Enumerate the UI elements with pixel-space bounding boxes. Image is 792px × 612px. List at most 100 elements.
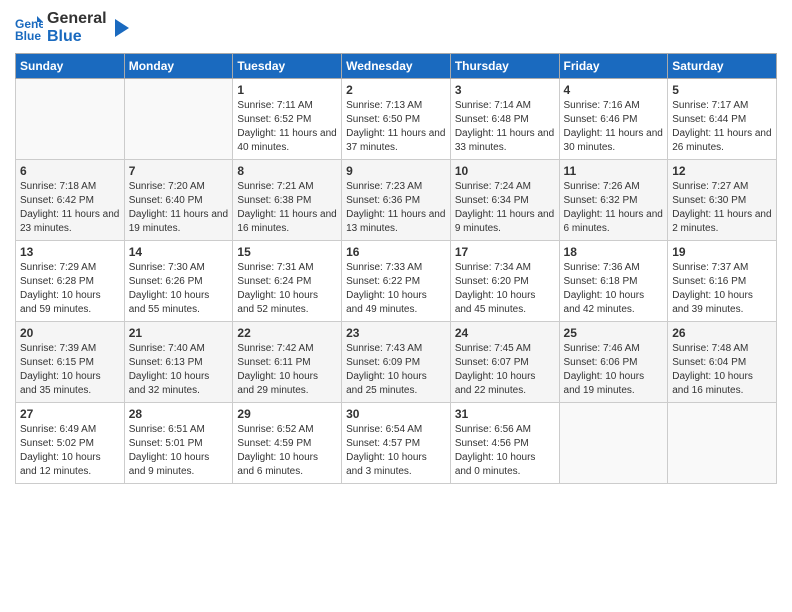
day-number: 13 <box>20 245 120 259</box>
week-row-3: 13 Sunrise: 7:29 AM Sunset: 6:28 PM Dayli… <box>16 241 777 322</box>
day-number: 27 <box>20 407 120 421</box>
day-number: 11 <box>564 164 664 178</box>
header-day-thursday: Thursday <box>450 54 559 79</box>
day-info: Sunrise: 7:45 AM Sunset: 6:07 PM Dayligh… <box>455 342 555 398</box>
day-number: 28 <box>129 407 229 421</box>
day-cell: 5 Sunrise: 7:17 AM Sunset: 6:44 PM Daylig… <box>668 79 777 160</box>
day-info: Sunrise: 6:54 AM Sunset: 4:57 PM Dayligh… <box>346 423 446 479</box>
day-cell: 27 Sunrise: 6:49 AM Sunset: 5:02 PM Dayli… <box>16 403 125 484</box>
day-cell: 10 Sunrise: 7:24 AM Sunset: 6:34 PM Dayli… <box>450 160 559 241</box>
day-info: Sunrise: 7:33 AM Sunset: 6:22 PM Dayligh… <box>346 261 446 317</box>
day-cell: 12 Sunrise: 7:27 AM Sunset: 6:30 PM Dayli… <box>668 160 777 241</box>
day-info: Sunrise: 7:23 AM Sunset: 6:36 PM Dayligh… <box>346 180 446 236</box>
day-cell: 17 Sunrise: 7:34 AM Sunset: 6:20 PM Dayli… <box>450 241 559 322</box>
day-info: Sunrise: 7:17 AM Sunset: 6:44 PM Dayligh… <box>672 99 772 155</box>
day-info: Sunrise: 7:18 AM Sunset: 6:42 PM Dayligh… <box>20 180 120 236</box>
calendar-body: 1 Sunrise: 7:11 AM Sunset: 6:52 PM Daylig… <box>16 79 777 484</box>
day-info: Sunrise: 7:21 AM Sunset: 6:38 PM Dayligh… <box>237 180 337 236</box>
day-number: 14 <box>129 245 229 259</box>
day-cell: 25 Sunrise: 7:46 AM Sunset: 6:06 PM Dayli… <box>559 322 668 403</box>
day-cell: 15 Sunrise: 7:31 AM Sunset: 6:24 PM Dayli… <box>233 241 342 322</box>
day-cell: 13 Sunrise: 7:29 AM Sunset: 6:28 PM Dayli… <box>16 241 125 322</box>
day-number: 2 <box>346 83 446 97</box>
day-cell: 31Sunrise: 6:56 AM Sunset: 4:56 PM Dayli… <box>450 403 559 484</box>
day-info: Sunrise: 7:16 AM Sunset: 6:46 PM Dayligh… <box>564 99 664 155</box>
day-number: 8 <box>237 164 337 178</box>
day-number: 29 <box>237 407 337 421</box>
day-number: 15 <box>237 245 337 259</box>
day-info: Sunrise: 7:42 AM Sunset: 6:11 PM Dayligh… <box>237 342 337 398</box>
day-cell: 7 Sunrise: 7:20 AM Sunset: 6:40 PM Daylig… <box>124 160 233 241</box>
day-info: Sunrise: 7:13 AM Sunset: 6:50 PM Dayligh… <box>346 99 446 155</box>
day-info: Sunrise: 7:40 AM Sunset: 6:13 PM Dayligh… <box>129 342 229 398</box>
logo: General Blue General Blue <box>15 10 129 45</box>
day-number: 4 <box>564 83 664 97</box>
day-info: Sunrise: 7:29 AM Sunset: 6:28 PM Dayligh… <box>20 261 120 317</box>
day-cell <box>16 79 125 160</box>
day-number: 3 <box>455 83 555 97</box>
day-number: 7 <box>129 164 229 178</box>
day-info: Sunrise: 7:20 AM Sunset: 6:40 PM Dayligh… <box>129 180 229 236</box>
day-number: 31 <box>455 407 555 421</box>
day-number: 16 <box>346 245 446 259</box>
logo-arrow-icon <box>111 19 129 37</box>
day-cell: 30 Sunrise: 6:54 AM Sunset: 4:57 PM Dayli… <box>342 403 451 484</box>
day-cell: 21 Sunrise: 7:40 AM Sunset: 6:13 PM Dayli… <box>124 322 233 403</box>
week-row-1: 1 Sunrise: 7:11 AM Sunset: 6:52 PM Daylig… <box>16 79 777 160</box>
day-cell: 6Sunrise: 7:18 AM Sunset: 6:42 PM Daylig… <box>16 160 125 241</box>
day-info: Sunrise: 7:26 AM Sunset: 6:32 PM Dayligh… <box>564 180 664 236</box>
day-info: Sunrise: 7:24 AM Sunset: 6:34 PM Dayligh… <box>455 180 555 236</box>
day-number: 9 <box>346 164 446 178</box>
day-number: 17 <box>455 245 555 259</box>
day-info: Sunrise: 7:14 AM Sunset: 6:48 PM Dayligh… <box>455 99 555 155</box>
day-cell: 16 Sunrise: 7:33 AM Sunset: 6:22 PM Dayli… <box>342 241 451 322</box>
week-row-5: 27 Sunrise: 6:49 AM Sunset: 5:02 PM Dayli… <box>16 403 777 484</box>
header-day-friday: Friday <box>559 54 668 79</box>
day-info: Sunrise: 6:49 AM Sunset: 5:02 PM Dayligh… <box>20 423 120 479</box>
calendar-table: SundayMondayTuesdayWednesdayThursdayFrid… <box>15 53 777 484</box>
day-number: 22 <box>237 326 337 340</box>
header-day-saturday: Saturday <box>668 54 777 79</box>
day-cell <box>124 79 233 160</box>
day-cell <box>559 403 668 484</box>
day-cell: 19Sunrise: 7:37 AM Sunset: 6:16 PM Dayli… <box>668 241 777 322</box>
day-cell: 2 Sunrise: 7:13 AM Sunset: 6:50 PM Daylig… <box>342 79 451 160</box>
day-cell: 22 Sunrise: 7:42 AM Sunset: 6:11 PM Dayli… <box>233 322 342 403</box>
day-info: Sunrise: 7:27 AM Sunset: 6:30 PM Dayligh… <box>672 180 772 236</box>
day-cell: 1 Sunrise: 7:11 AM Sunset: 6:52 PM Daylig… <box>233 79 342 160</box>
logo-general: General <box>47 10 107 28</box>
day-cell: 24Sunrise: 7:45 AM Sunset: 6:07 PM Dayli… <box>450 322 559 403</box>
day-number: 12 <box>672 164 772 178</box>
day-cell: 28Sunrise: 6:51 AM Sunset: 5:01 PM Dayli… <box>124 403 233 484</box>
day-cell: 20 Sunrise: 7:39 AM Sunset: 6:15 PM Dayli… <box>16 322 125 403</box>
header-day-monday: Monday <box>124 54 233 79</box>
day-number: 10 <box>455 164 555 178</box>
week-row-2: 6Sunrise: 7:18 AM Sunset: 6:42 PM Daylig… <box>16 160 777 241</box>
day-info: Sunrise: 7:36 AM Sunset: 6:18 PM Dayligh… <box>564 261 664 317</box>
day-info: Sunrise: 7:37 AM Sunset: 6:16 PM Dayligh… <box>672 261 772 317</box>
day-cell: 18 Sunrise: 7:36 AM Sunset: 6:18 PM Dayli… <box>559 241 668 322</box>
calendar-header: SundayMondayTuesdayWednesdayThursdayFrid… <box>16 54 777 79</box>
day-info: Sunrise: 7:34 AM Sunset: 6:20 PM Dayligh… <box>455 261 555 317</box>
day-number: 1 <box>237 83 337 97</box>
day-number: 21 <box>129 326 229 340</box>
day-info: Sunrise: 7:46 AM Sunset: 6:06 PM Dayligh… <box>564 342 664 398</box>
day-info: Sunrise: 7:48 AM Sunset: 6:04 PM Dayligh… <box>672 342 772 398</box>
day-number: 25 <box>564 326 664 340</box>
day-info: Sunrise: 7:30 AM Sunset: 6:26 PM Dayligh… <box>129 261 229 317</box>
calendar-page: General Blue General Blue SundayMondayTu… <box>0 0 792 612</box>
day-number: 5 <box>672 83 772 97</box>
day-cell: 8 Sunrise: 7:21 AM Sunset: 6:38 PM Daylig… <box>233 160 342 241</box>
day-info: Sunrise: 7:39 AM Sunset: 6:15 PM Dayligh… <box>20 342 120 398</box>
day-cell: 9 Sunrise: 7:23 AM Sunset: 6:36 PM Daylig… <box>342 160 451 241</box>
day-number: 30 <box>346 407 446 421</box>
day-number: 20 <box>20 326 120 340</box>
day-cell: 26 Sunrise: 7:48 AM Sunset: 6:04 PM Dayli… <box>668 322 777 403</box>
day-number: 26 <box>672 326 772 340</box>
day-cell: 23Sunrise: 7:43 AM Sunset: 6:09 PM Dayli… <box>342 322 451 403</box>
day-info: Sunrise: 7:31 AM Sunset: 6:24 PM Dayligh… <box>237 261 337 317</box>
day-info: Sunrise: 7:11 AM Sunset: 6:52 PM Dayligh… <box>237 99 337 155</box>
day-number: 18 <box>564 245 664 259</box>
day-number: 23 <box>346 326 446 340</box>
week-row-4: 20 Sunrise: 7:39 AM Sunset: 6:15 PM Dayli… <box>16 322 777 403</box>
